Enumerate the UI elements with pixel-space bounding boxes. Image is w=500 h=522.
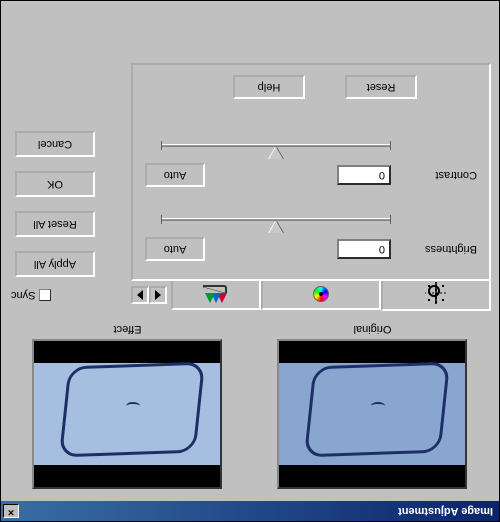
contrast-row: Contrast 0 Auto bbox=[145, 163, 477, 187]
contrast-auto-button[interactable]: Auto bbox=[145, 163, 205, 187]
window-close-button[interactable]: × bbox=[3, 504, 19, 518]
color-wheel-icon bbox=[313, 286, 329, 302]
reset-all-button[interactable]: Reset All bbox=[15, 211, 95, 237]
preview-effect-column: Effect bbox=[15, 323, 240, 489]
contrast-slider[interactable] bbox=[161, 137, 391, 155]
preview-row: Original Effect bbox=[9, 321, 491, 493]
brightness-input[interactable]: 0 bbox=[337, 239, 391, 259]
tab-color-balance[interactable] bbox=[261, 280, 381, 310]
brightness-row: Brightness 0 Auto bbox=[145, 237, 477, 261]
contrast-slider-thumb[interactable] bbox=[269, 147, 283, 159]
preview-original-image bbox=[278, 339, 468, 489]
tab-scroll-left-button[interactable] bbox=[149, 286, 167, 304]
brightness-label: Brightness bbox=[391, 243, 477, 255]
window-title: Image Adjustment bbox=[19, 505, 497, 517]
sync-group: Sync bbox=[9, 289, 51, 301]
brightness-auto-button[interactable]: Auto bbox=[145, 237, 205, 261]
contrast-input[interactable]: 0 bbox=[337, 165, 391, 185]
panel-button-row: Reset Help bbox=[233, 75, 477, 99]
chevron-right-icon bbox=[137, 290, 143, 300]
tab-scroll-right-button[interactable] bbox=[131, 286, 149, 304]
help-button[interactable]: Help bbox=[233, 75, 305, 99]
window-body: Original Effect bbox=[1, 1, 499, 501]
tab-brightness-contrast[interactable] bbox=[381, 277, 491, 311]
preview-effect-label: Effect bbox=[15, 323, 240, 335]
sync-checkbox[interactable] bbox=[39, 289, 51, 301]
contrast-label: Contrast bbox=[391, 169, 477, 181]
cancel-button[interactable]: Cancel bbox=[15, 131, 95, 157]
image-adjustment-window: Image Adjustment × Original Effect bbox=[0, 0, 500, 522]
side-button-column: Apply All Reset All OK Cancel bbox=[15, 131, 95, 277]
sync-label: Sync bbox=[11, 289, 35, 301]
reset-button[interactable]: Reset bbox=[345, 75, 417, 99]
preview-original-label: Original bbox=[260, 323, 485, 335]
chevron-left-icon bbox=[155, 290, 161, 300]
titlebar: Image Adjustment × bbox=[1, 501, 499, 521]
apply-all-button[interactable]: Apply All bbox=[15, 251, 95, 277]
tab-curves[interactable] bbox=[171, 280, 261, 310]
tab-scroll-arrows bbox=[131, 286, 167, 304]
brightness-slider-thumb[interactable] bbox=[269, 221, 283, 233]
adjustment-panel: Brightness 0 Auto Contrast 0 Auto Reset … bbox=[131, 63, 491, 281]
brightness-slider[interactable] bbox=[161, 211, 391, 229]
ok-button[interactable]: OK bbox=[15, 171, 95, 197]
tab-strip: Sync bbox=[9, 279, 491, 311]
preview-effect-image bbox=[33, 339, 223, 489]
preview-original-column: Original bbox=[260, 323, 485, 489]
sun-icon bbox=[427, 284, 445, 302]
curves-icon bbox=[205, 285, 227, 303]
